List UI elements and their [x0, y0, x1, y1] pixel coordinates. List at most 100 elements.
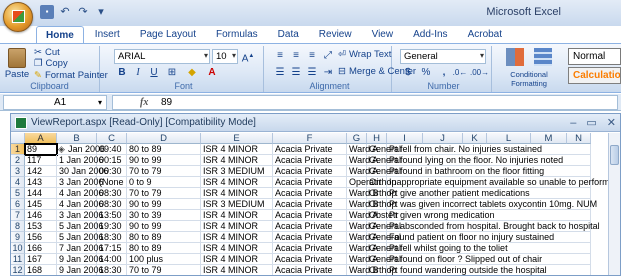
- tab-review[interactable]: Review: [310, 26, 361, 44]
- cell-i-2[interactable]: Pt found lying on the floor. No injuries…: [387, 155, 591, 166]
- customize-qat-icon[interactable]: ▾: [94, 5, 108, 19]
- cell-h-11[interactable]: General: [367, 254, 401, 265]
- cell-h-2[interactable]: General: [367, 155, 401, 166]
- cell-g-7[interactable]: Ward A: [347, 210, 378, 221]
- close-icon[interactable]: ✕: [607, 115, 616, 132]
- cell-h-12[interactable]: Orthop: [367, 265, 397, 275]
- align-right-icon[interactable]: ☰: [304, 66, 320, 80]
- column-header-j[interactable]: J: [423, 133, 463, 144]
- cell-e-11[interactable]: ISR 4 MINOR: [201, 254, 273, 265]
- cell-c-4[interactable]: (None: [97, 177, 127, 188]
- column-header-k[interactable]: K: [463, 133, 487, 144]
- column-header-l[interactable]: L: [487, 133, 531, 144]
- column-header-n[interactable]: N: [567, 133, 591, 144]
- conditional-formatting-button[interactable]: Conditional Formatting: [500, 48, 548, 88]
- cell-b-11[interactable]: 9 Jan 2006: [57, 254, 104, 265]
- cell-i-12[interactable]: Pt found wandering outside the hospital: [387, 265, 591, 275]
- cell-a-3[interactable]: 142: [25, 166, 57, 177]
- row-header[interactable]: 2: [11, 155, 25, 166]
- cell-d-8[interactable]: 90 to 99: [127, 221, 201, 232]
- cell-h-6[interactable]: Orthop: [367, 199, 397, 210]
- cell-e-6[interactable]: ISR 3 MEDIUM: [201, 199, 273, 210]
- align-top-icon[interactable]: ≡: [272, 49, 288, 63]
- column-header-b[interactable]: B: [57, 133, 97, 144]
- cell-c-9[interactable]: 18:30: [97, 232, 127, 243]
- cell-b-12[interactable]: 9 Jan 2006: [57, 265, 104, 275]
- function-icon[interactable]: fx: [140, 96, 148, 109]
- underline-button[interactable]: U: [146, 66, 162, 80]
- cell-d-4[interactable]: 0 to 9: [127, 177, 201, 188]
- row-header[interactable]: 10: [11, 243, 25, 254]
- column-header-a[interactable]: A: [25, 133, 57, 144]
- cell-e-9[interactable]: ISR 4 MINOR: [201, 232, 273, 243]
- cell-g-12[interactable]: Ward B: [347, 265, 379, 275]
- wrap-text-button[interactable]: ⏎ Wrap Text: [338, 49, 391, 60]
- align-middle-icon[interactable]: ≡: [288, 49, 304, 63]
- cell-i-7[interactable]: Pt given wrong medication: [387, 210, 591, 221]
- cell-d-11[interactable]: 100 plus: [127, 254, 201, 265]
- cell-f-11[interactable]: Acacia Private: [273, 254, 347, 265]
- fill-color-icon[interactable]: ◆: [184, 66, 200, 80]
- cell-g-8[interactable]: Ward A: [347, 221, 378, 232]
- office-button[interactable]: [3, 2, 33, 32]
- row-header[interactable]: 9: [11, 232, 25, 243]
- minimize-icon[interactable]: –: [570, 115, 576, 132]
- increase-decimal-icon[interactable]: .0←: [452, 66, 468, 80]
- cell-i-6[interactable]: Pt was given incorrect tablets oxycontin…: [387, 199, 597, 210]
- cell-a-1[interactable]: 89: [24, 143, 58, 156]
- save-icon[interactable]: ▪: [40, 5, 54, 19]
- cell-g-9[interactable]: Ward A: [347, 232, 378, 243]
- cell-c-6[interactable]: 08:30: [97, 199, 127, 210]
- cell-f-4[interactable]: Acacia Private: [273, 177, 347, 188]
- cell-f-3[interactable]: Acacia Private: [273, 166, 347, 177]
- font-size-select[interactable]: 10 ▾: [212, 49, 238, 64]
- percent-button[interactable]: %: [418, 66, 434, 80]
- row-header[interactable]: 7: [11, 210, 25, 221]
- cell-d-2[interactable]: 90 to 99: [127, 155, 201, 166]
- align-bottom-icon[interactable]: ≡: [304, 49, 320, 63]
- cell-a-5[interactable]: 144: [25, 188, 57, 199]
- tab-data[interactable]: Data: [269, 26, 308, 44]
- cell-f-12[interactable]: Acacia Private: [273, 265, 347, 275]
- cell-b-9[interactable]: 5 Jan 2006: [57, 232, 104, 243]
- cell-g-11[interactable]: Ward A: [347, 254, 378, 265]
- number-format-select[interactable]: General ▾: [400, 49, 486, 64]
- tab-acrobat[interactable]: Acrobat: [459, 26, 511, 44]
- cell-d-5[interactable]: 70 to 79: [127, 188, 201, 199]
- column-header-g[interactable]: G: [347, 133, 367, 144]
- cell-a-4[interactable]: 143: [25, 177, 57, 188]
- borders-icon[interactable]: ⊞: [164, 66, 180, 80]
- cell-c-1[interactable]: 09:40: [97, 144, 127, 155]
- cell-a-9[interactable]: 156: [25, 232, 57, 243]
- cell-g-1[interactable]: Ward A: [347, 144, 378, 155]
- cell-a-2[interactable]: 117: [25, 155, 57, 166]
- cell-d-10[interactable]: 80 to 89: [127, 243, 201, 254]
- column-header-d[interactable]: D: [127, 133, 201, 144]
- cell-f-5[interactable]: Acacia Private: [273, 188, 347, 199]
- cell-b-5[interactable]: 4 Jan 2006: [57, 188, 104, 199]
- cell-d-12[interactable]: 70 to 79: [127, 265, 201, 275]
- cell-b-2[interactable]: 1 Jan 2006: [57, 155, 104, 166]
- column-header-f[interactable]: F: [273, 133, 347, 144]
- restore-icon[interactable]: ▭: [586, 115, 596, 132]
- align-left-icon[interactable]: ☰: [272, 66, 288, 80]
- row-header[interactable]: 3: [11, 166, 25, 177]
- undo-icon[interactable]: ↶: [58, 5, 72, 19]
- cell-i-3[interactable]: Pt found in bathroom on the floor fittin…: [387, 166, 591, 177]
- cell-f-10[interactable]: Acacia Private: [273, 243, 347, 254]
- tab-formulas[interactable]: Formulas: [207, 26, 267, 44]
- scrollbar-thumb[interactable]: [610, 145, 619, 165]
- align-center-icon[interactable]: ☰: [288, 66, 304, 80]
- row-header[interactable]: 12: [11, 265, 25, 275]
- cell-e-1[interactable]: ISR 4 MINOR: [201, 144, 273, 155]
- format-as-table-button[interactable]: [532, 48, 554, 66]
- cell-e-12[interactable]: ISR 4 MINOR: [201, 265, 273, 275]
- copy-button[interactable]: ❐ Copy: [34, 58, 68, 69]
- cell-b-6[interactable]: 4 Jan 2006: [57, 199, 104, 210]
- cell-i-10[interactable]: Pt fell whilst going to the toliet: [387, 243, 591, 254]
- cell-g-4[interactable]: Operatir: [347, 177, 382, 188]
- cell-c-11[interactable]: 14:00: [97, 254, 127, 265]
- cell-h-5[interactable]: Orthop: [367, 188, 397, 199]
- cell-a-7[interactable]: 146: [25, 210, 57, 221]
- cell-i-9[interactable]: Found patient on floor no injury sustain…: [387, 232, 591, 243]
